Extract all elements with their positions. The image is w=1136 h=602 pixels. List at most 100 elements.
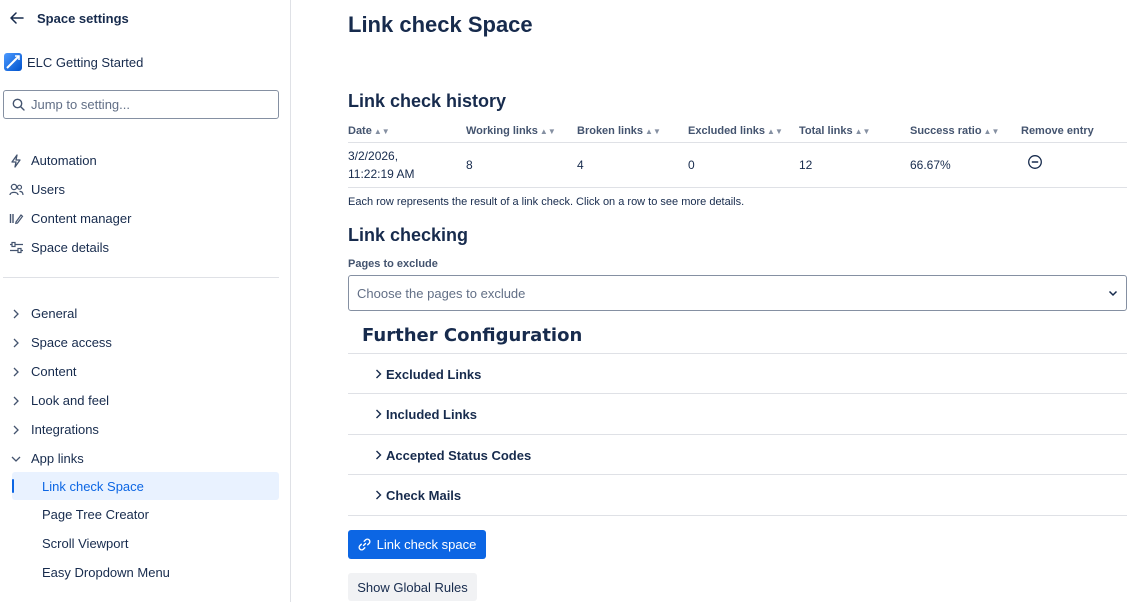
sidebar-item-label: Scroll Viewport xyxy=(42,535,129,551)
users-icon xyxy=(8,182,24,198)
page-title: Link check Space xyxy=(348,12,533,37)
column-header-excluded-links[interactable]: Excluded links ▲▼ xyxy=(688,120,799,143)
sidebar-group-label: General xyxy=(31,306,78,321)
accordion-label: Check Mails xyxy=(386,487,462,503)
cell-total-links: 12 xyxy=(799,142,910,188)
space-name: ELC Getting Started xyxy=(27,54,144,70)
table-row[interactable]: 3/2/2026, 11:22:19 AM 8 4 0 12 66.67% xyxy=(348,142,1127,188)
sidebar-item-automation[interactable]: Automation xyxy=(8,146,131,175)
show-global-rules-button[interactable]: Show Global Rules xyxy=(348,573,477,601)
sidebar-group-integrations[interactable]: Integrations xyxy=(8,415,279,444)
chevron-right-icon xyxy=(8,364,24,380)
sidebar-group-general[interactable]: General xyxy=(8,299,279,328)
sort-icon: ▲▼ xyxy=(767,126,783,136)
chevron-right-icon xyxy=(8,393,24,409)
sidebar-item-label: Content manager xyxy=(31,211,132,226)
sidebar-title: Space settings xyxy=(37,10,129,26)
jump-to-setting-input[interactable]: Jump to setting... xyxy=(3,90,279,119)
content-manager-icon xyxy=(8,211,24,227)
chevron-right-icon xyxy=(8,306,24,322)
sidebar-group-label: Look and feel xyxy=(31,393,110,408)
pages-to-exclude-label: Pages to exclude xyxy=(348,258,438,270)
accordion-label: Accepted Status Codes xyxy=(386,447,532,463)
sort-icon: ▲▼ xyxy=(854,126,871,136)
sidebar-settings-groups: General Space access Content Look and fe… xyxy=(8,299,279,473)
accordion-label: Excluded Links xyxy=(386,366,482,382)
pages-to-exclude-placeholder: Choose the pages to exclude xyxy=(357,285,526,301)
remove-entry-icon[interactable] xyxy=(1027,154,1043,175)
column-header-success-ratio[interactable]: Success ratio ▲▼ xyxy=(910,120,1021,143)
accordion-label: Included Links xyxy=(386,406,478,422)
accordion-excluded-links[interactable]: Excluded Links xyxy=(348,353,1127,394)
sidebar-group-label: Space access xyxy=(31,335,112,350)
sidebar-group-label: App links xyxy=(31,451,84,466)
history-hint-text: Each row represents the result of a link… xyxy=(348,196,745,208)
column-header-broken-links[interactable]: Broken links ▲▼ xyxy=(577,120,688,143)
sidebar-top-nav: Automation Users Content manager Space d… xyxy=(8,146,131,262)
sort-icon: ▲▼ xyxy=(373,126,390,136)
link-check-history-title: Link check history xyxy=(348,91,507,111)
cell-broken-links: 4 xyxy=(577,142,688,188)
sidebar-item-label: Easy Dropdown Menu xyxy=(42,564,170,580)
further-configuration-title: Further Configuration xyxy=(362,325,583,346)
chevron-down-icon xyxy=(8,451,24,467)
sort-icon: ▲▼ xyxy=(539,126,556,136)
space-details-icon xyxy=(8,240,24,256)
cell-excluded-links: 0 xyxy=(688,142,799,188)
chevron-down-icon xyxy=(1108,290,1118,297)
back-arrow-icon[interactable] xyxy=(8,9,26,27)
accordion-divider xyxy=(348,515,1127,516)
chevron-right-icon xyxy=(372,368,384,380)
sidebar-item-space-details[interactable]: Space details xyxy=(8,233,131,262)
sidebar-group-content[interactable]: Content xyxy=(8,357,279,386)
chevron-right-icon xyxy=(372,449,384,461)
link-check-history-table: Date ▲▼ Working links ▲▼ Broken links ▲▼ Ex… xyxy=(348,120,1127,188)
chevron-right-icon xyxy=(372,408,384,420)
sort-icon: ▲▼ xyxy=(645,126,661,136)
sidebar-item-label: Link check Space xyxy=(42,478,144,494)
sidebar-item-label: Automation xyxy=(31,153,97,168)
sidebar-item-label: Space details xyxy=(31,240,110,255)
link-icon xyxy=(358,538,371,551)
sidebar-group-label: Integrations xyxy=(31,422,99,437)
sidebar-item-scroll-viewport[interactable]: Scroll Viewport xyxy=(12,529,279,557)
link-check-space-button[interactable]: Link check space xyxy=(348,530,486,559)
link-check-space-button-label: Link check space xyxy=(376,537,477,552)
accordion-accepted-status-codes[interactable]: Accepted Status Codes xyxy=(348,434,1127,475)
sidebar-divider xyxy=(3,277,279,278)
cell-working-links: 8 xyxy=(466,142,577,188)
sidebar-item-easy-dropdown-menu[interactable]: Easy Dropdown Menu xyxy=(12,558,279,586)
sort-icon: ▲▼ xyxy=(983,126,1000,136)
sidebar-group-look-and-feel[interactable]: Look and feel xyxy=(8,386,279,415)
sidebar-group-app-links[interactable]: App links xyxy=(8,444,279,473)
column-header-total-links[interactable]: Total links ▲▼ xyxy=(799,120,910,143)
sidebar-group-space-access[interactable]: Space access xyxy=(8,328,279,357)
cell-remove-entry xyxy=(1021,142,1127,188)
sidebar-item-label: Page Tree Creator xyxy=(42,506,149,522)
accordion-included-links[interactable]: Included Links xyxy=(348,393,1127,434)
search-icon xyxy=(12,98,25,111)
chevron-right-icon xyxy=(372,489,384,501)
chevron-right-icon xyxy=(8,422,24,438)
chevron-right-icon xyxy=(8,335,24,351)
accordion-check-mails[interactable]: Check Mails xyxy=(348,474,1127,515)
sidebar-item-content-manager[interactable]: Content manager xyxy=(8,204,131,233)
sidebar-item-label: Users xyxy=(31,182,65,197)
pages-to-exclude-select[interactable]: Choose the pages to exclude xyxy=(348,275,1127,311)
cell-date: 3/2/2026, 11:22:19 AM xyxy=(348,142,466,188)
sidebar-item-page-tree-creator[interactable]: Page Tree Creator xyxy=(12,500,279,528)
column-header-working-links[interactable]: Working links ▲▼ xyxy=(466,120,577,143)
show-global-rules-button-label: Show Global Rules xyxy=(357,579,468,595)
column-header-date[interactable]: Date ▲▼ xyxy=(348,120,466,143)
link-checking-title: Link checking xyxy=(348,225,469,245)
sidebar-group-label: Content xyxy=(31,364,77,379)
sidebar-header: Space settings xyxy=(8,8,129,28)
column-header-remove-entry: Remove entry xyxy=(1021,120,1127,143)
sidebar: Space settings ELC Getting Started Jump … xyxy=(0,0,291,602)
jump-to-setting-placeholder: Jump to setting... xyxy=(31,97,130,112)
space-selector[interactable]: ELC Getting Started xyxy=(4,53,143,71)
space-logo-icon xyxy=(4,53,22,71)
sidebar-item-users[interactable]: Users xyxy=(8,175,131,204)
lightning-icon xyxy=(8,153,24,169)
sidebar-item-link-check-space[interactable]: Link check Space xyxy=(12,472,279,500)
